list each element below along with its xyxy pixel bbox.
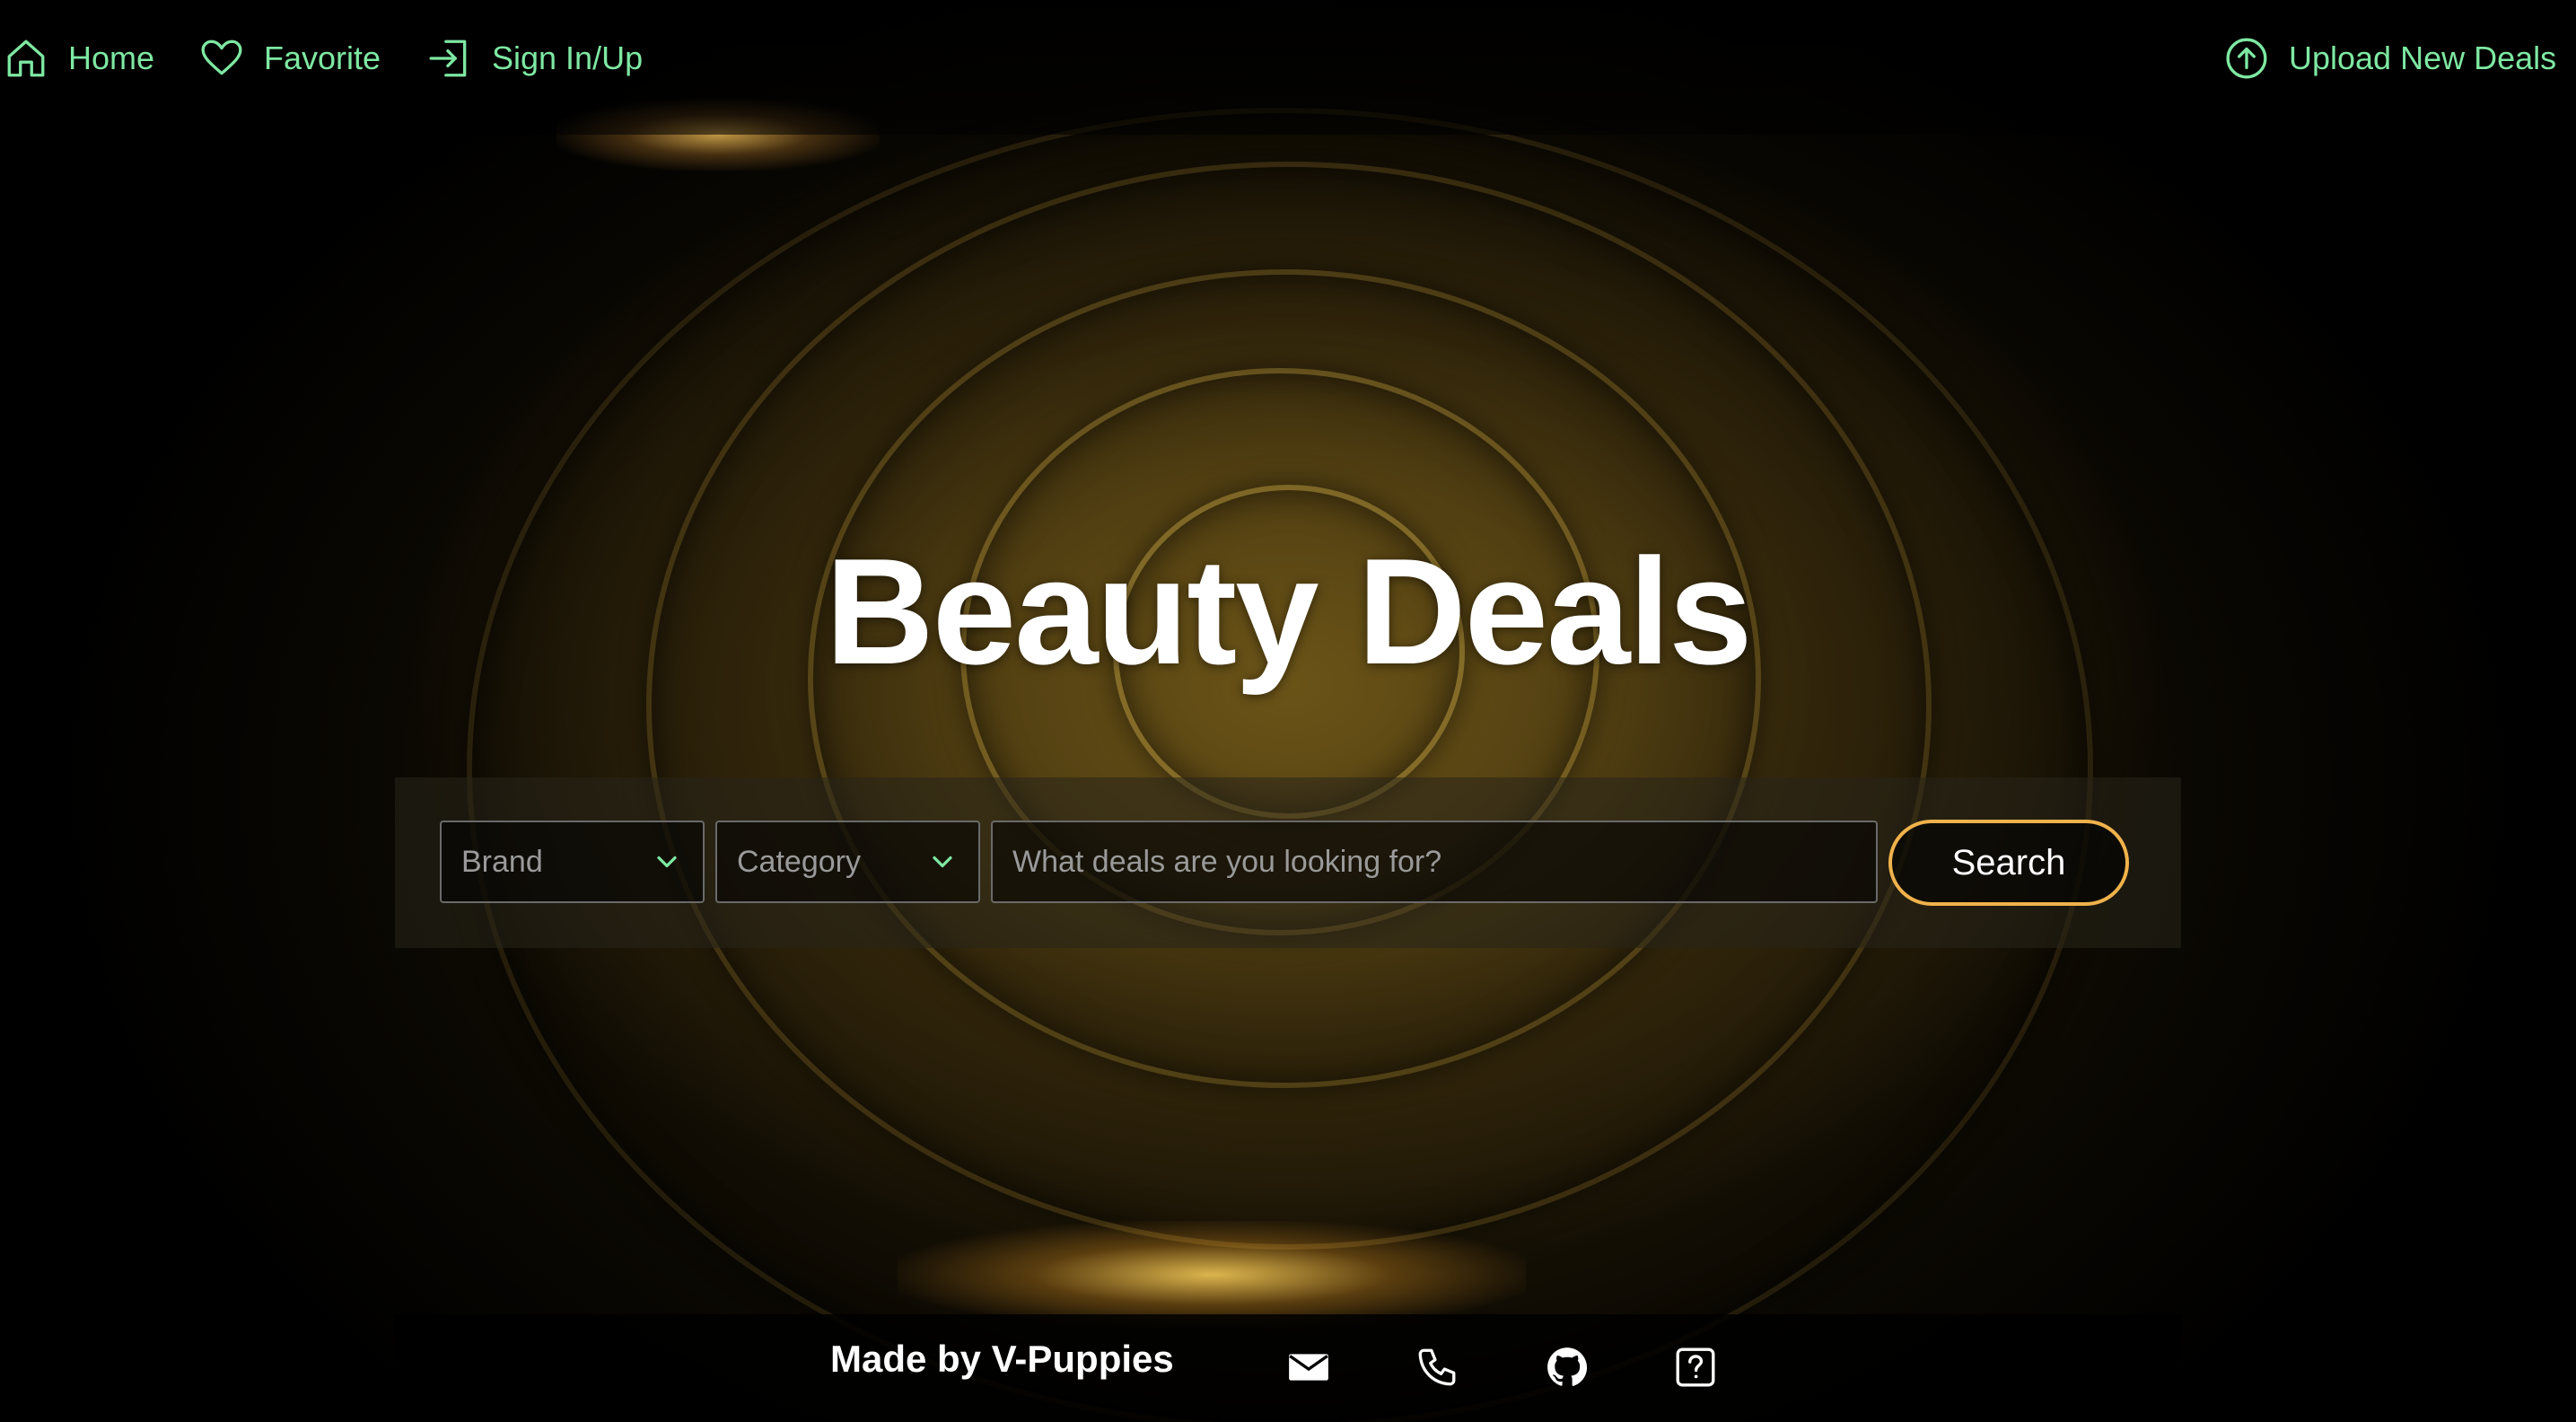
- sign-in-icon: [429, 40, 467, 77]
- nav-signin-link[interactable]: Sign In/Up: [427, 34, 643, 83]
- search-input[interactable]: [991, 821, 1878, 903]
- nav-home-link[interactable]: Home: [4, 34, 154, 83]
- nav-signin-label: Sign In/Up: [492, 40, 644, 76]
- chevron-down-icon: [657, 856, 677, 868]
- footer-credit: Made by V-Puppies: [830, 1338, 1174, 1380]
- category-select[interactable]: Category: [715, 821, 980, 903]
- nav-home-label: Home: [68, 40, 155, 76]
- nav-favorite-label: Favorite: [264, 40, 381, 76]
- brand-select[interactable]: Brand: [440, 821, 705, 903]
- page: Home Favorite Sign In/Up Upload New Deal…: [0, 0, 2576, 1422]
- heart-icon: [201, 40, 242, 75]
- help-icon[interactable]: [1673, 1345, 1718, 1390]
- nav-upload-label: Upload New Deals: [2289, 40, 2557, 76]
- search-button[interactable]: Search: [1888, 820, 2129, 906]
- category-select-label: Category: [737, 844, 861, 879]
- nav-upload-link[interactable]: Upload New Deals: [2224, 34, 2556, 83]
- navbar: Home Favorite Sign In/Up Upload New Deal…: [0, 0, 2576, 135]
- light-flare: [898, 1221, 1526, 1329]
- home-icon: [7, 40, 45, 77]
- nav-favorite-link[interactable]: Favorite: [199, 34, 381, 83]
- github-icon[interactable]: [1545, 1345, 1590, 1390]
- upload-icon: [2226, 38, 2267, 79]
- brand-select-label: Brand: [461, 844, 543, 879]
- page-title: Beauty Deals: [825, 527, 1752, 696]
- mail-icon[interactable]: [1286, 1345, 1331, 1390]
- phone-icon[interactable]: [1415, 1345, 1459, 1390]
- chevron-down-icon: [933, 856, 952, 868]
